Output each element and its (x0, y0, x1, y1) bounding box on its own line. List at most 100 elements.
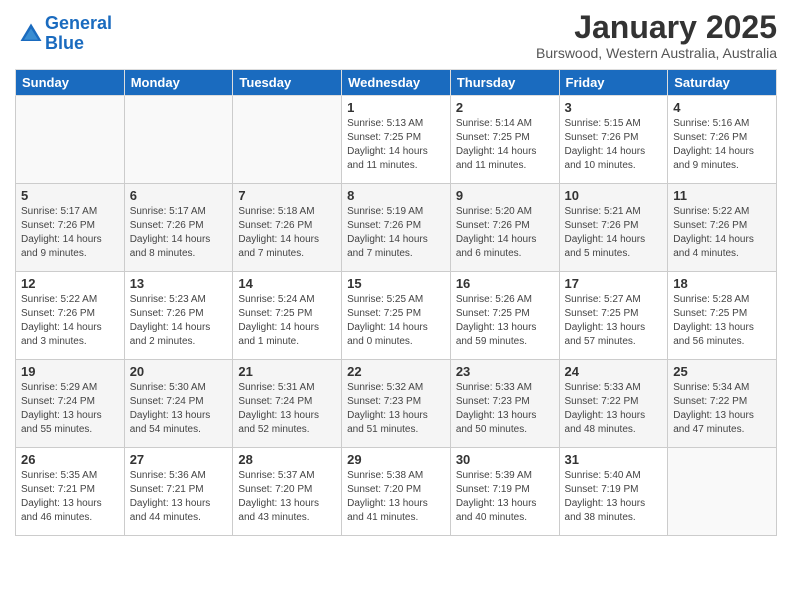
calendar-cell: 2 Sunrise: 5:14 AM Sunset: 7:25 PM Daylig… (450, 96, 559, 184)
calendar-cell (124, 96, 233, 184)
day-info: Sunrise: 5:14 AM Sunset: 7:25 PM Dayligh… (456, 117, 554, 173)
day-info: Sunrise: 5:26 AM Sunset: 7:25 PM Dayligh… (456, 293, 554, 349)
day-info: Sunrise: 5:33 AM Sunset: 7:23 PM Dayligh… (456, 381, 554, 437)
weekday-header: Monday (124, 70, 233, 96)
day-info: Sunrise: 5:27 AM Sunset: 7:25 PM Dayligh… (565, 293, 663, 349)
day-number: 13 (130, 276, 228, 291)
day-number: 2 (456, 100, 554, 115)
day-info: Sunrise: 5:36 AM Sunset: 7:21 PM Dayligh… (130, 469, 228, 525)
calendar-week-row: 1 Sunrise: 5:13 AM Sunset: 7:25 PM Daylig… (16, 96, 777, 184)
day-info: Sunrise: 5:33 AM Sunset: 7:22 PM Dayligh… (565, 381, 663, 437)
calendar-cell: 26 Sunrise: 5:35 AM Sunset: 7:21 PM Dayli… (16, 448, 125, 536)
day-number: 11 (673, 188, 771, 203)
calendar-cell: 18 Sunrise: 5:28 AM Sunset: 7:25 PM Dayli… (668, 272, 777, 360)
calendar-cell: 6 Sunrise: 5:17 AM Sunset: 7:26 PM Daylig… (124, 184, 233, 272)
day-number: 12 (21, 276, 119, 291)
calendar-cell: 10 Sunrise: 5:21 AM Sunset: 7:26 PM Dayli… (559, 184, 668, 272)
day-info: Sunrise: 5:18 AM Sunset: 7:26 PM Dayligh… (238, 205, 336, 261)
day-info: Sunrise: 5:28 AM Sunset: 7:25 PM Dayligh… (673, 293, 771, 349)
day-info: Sunrise: 5:37 AM Sunset: 7:20 PM Dayligh… (238, 469, 336, 525)
day-info: Sunrise: 5:24 AM Sunset: 7:25 PM Dayligh… (238, 293, 336, 349)
day-number: 6 (130, 188, 228, 203)
day-number: 15 (347, 276, 445, 291)
calendar-cell: 5Sunrise: 5:17 AM Sunset: 7:26 PM Daylig… (16, 184, 125, 272)
calendar-cell: 1 Sunrise: 5:13 AM Sunset: 7:25 PM Daylig… (342, 96, 451, 184)
day-info: Sunrise: 5:13 AM Sunset: 7:25 PM Dayligh… (347, 117, 445, 173)
day-number: 18 (673, 276, 771, 291)
day-info: Sunrise: 5:19 AM Sunset: 7:26 PM Dayligh… (347, 205, 445, 261)
day-info: Sunrise: 5:17 AM Sunset: 7:26 PM Dayligh… (130, 205, 228, 261)
day-number: 27 (130, 452, 228, 467)
calendar-cell: 24 Sunrise: 5:33 AM Sunset: 7:22 PM Dayli… (559, 360, 668, 448)
day-number: 19 (21, 364, 119, 379)
day-info: Sunrise: 5:23 AM Sunset: 7:26 PM Dayligh… (130, 293, 228, 349)
day-info: Sunrise: 5:20 AM Sunset: 7:26 PM Dayligh… (456, 205, 554, 261)
weekday-header: Friday (559, 70, 668, 96)
calendar-cell: 30 Sunrise: 5:39 AM Sunset: 7:19 PM Dayli… (450, 448, 559, 536)
calendar-cell: 15Sunrise: 5:25 AM Sunset: 7:25 PM Dayli… (342, 272, 451, 360)
day-number: 31 (565, 452, 663, 467)
logo-text: General Blue (45, 14, 112, 54)
logo: General Blue (15, 14, 112, 54)
day-number: 21 (238, 364, 336, 379)
calendar-cell: 4Sunrise: 5:16 AM Sunset: 7:26 PM Daylig… (668, 96, 777, 184)
title-area: January 2025 Burswood, Western Australia… (536, 10, 777, 61)
day-number: 23 (456, 364, 554, 379)
day-number: 1 (347, 100, 445, 115)
day-number: 17 (565, 276, 663, 291)
calendar-cell: 21 Sunrise: 5:31 AM Sunset: 7:24 PM Dayli… (233, 360, 342, 448)
day-info: Sunrise: 5:32 AM Sunset: 7:23 PM Dayligh… (347, 381, 445, 437)
header: General Blue January 2025 Burswood, West… (15, 10, 777, 61)
calendar-cell: 25 Sunrise: 5:34 AM Sunset: 7:22 PM Dayli… (668, 360, 777, 448)
day-number: 26 (21, 452, 119, 467)
page-container: General Blue January 2025 Burswood, West… (0, 0, 792, 546)
day-info: Sunrise: 5:16 AM Sunset: 7:26 PM Dayligh… (673, 117, 771, 173)
calendar-cell: 28 Sunrise: 5:37 AM Sunset: 7:20 PM Dayli… (233, 448, 342, 536)
day-number: 20 (130, 364, 228, 379)
day-number: 22 (347, 364, 445, 379)
day-number: 24 (565, 364, 663, 379)
day-number: 14 (238, 276, 336, 291)
calendar-cell: 11Sunrise: 5:22 AM Sunset: 7:26 PM Dayli… (668, 184, 777, 272)
day-number: 29 (347, 452, 445, 467)
weekday-header: Thursday (450, 70, 559, 96)
calendar-cell: 14 Sunrise: 5:24 AM Sunset: 7:25 PM Dayli… (233, 272, 342, 360)
calendar-cell: 12 Sunrise: 5:22 AM Sunset: 7:26 PM Dayli… (16, 272, 125, 360)
calendar-week-row: 26 Sunrise: 5:35 AM Sunset: 7:21 PM Dayli… (16, 448, 777, 536)
location: Burswood, Western Australia, Australia (536, 45, 777, 61)
day-number: 28 (238, 452, 336, 467)
calendar-cell: 29 Sunrise: 5:38 AM Sunset: 7:20 PM Dayli… (342, 448, 451, 536)
calendar-cell: 31Sunrise: 5:40 AM Sunset: 7:19 PM Dayli… (559, 448, 668, 536)
calendar-week-row: 19Sunrise: 5:29 AM Sunset: 7:24 PM Dayli… (16, 360, 777, 448)
day-number: 16 (456, 276, 554, 291)
day-info: Sunrise: 5:21 AM Sunset: 7:26 PM Dayligh… (565, 205, 663, 261)
calendar-cell: 13 Sunrise: 5:23 AM Sunset: 7:26 PM Dayli… (124, 272, 233, 360)
calendar-cell: 3 Sunrise: 5:15 AM Sunset: 7:26 PM Daylig… (559, 96, 668, 184)
weekday-header: Saturday (668, 70, 777, 96)
day-info: Sunrise: 5:35 AM Sunset: 7:21 PM Dayligh… (21, 469, 119, 525)
calendar-cell: 23 Sunrise: 5:33 AM Sunset: 7:23 PM Dayli… (450, 360, 559, 448)
calendar-body: 1 Sunrise: 5:13 AM Sunset: 7:25 PM Daylig… (16, 96, 777, 536)
day-info: Sunrise: 5:31 AM Sunset: 7:24 PM Dayligh… (238, 381, 336, 437)
day-number: 10 (565, 188, 663, 203)
day-info: Sunrise: 5:34 AM Sunset: 7:22 PM Dayligh… (673, 381, 771, 437)
day-number: 30 (456, 452, 554, 467)
day-number: 3 (565, 100, 663, 115)
calendar-cell: 16 Sunrise: 5:26 AM Sunset: 7:25 PM Dayli… (450, 272, 559, 360)
calendar-cell (668, 448, 777, 536)
calendar-cell: 17 Sunrise: 5:27 AM Sunset: 7:25 PM Dayli… (559, 272, 668, 360)
day-info: Sunrise: 5:30 AM Sunset: 7:24 PM Dayligh… (130, 381, 228, 437)
day-number: 9 (456, 188, 554, 203)
calendar-cell: 20 Sunrise: 5:30 AM Sunset: 7:24 PM Dayli… (124, 360, 233, 448)
day-number: 25 (673, 364, 771, 379)
day-info: Sunrise: 5:38 AM Sunset: 7:20 PM Dayligh… (347, 469, 445, 525)
weekday-header: Wednesday (342, 70, 451, 96)
day-number: 8 (347, 188, 445, 203)
calendar-cell: 22 Sunrise: 5:32 AM Sunset: 7:23 PM Dayli… (342, 360, 451, 448)
calendar-cell: 7Sunrise: 5:18 AM Sunset: 7:26 PM Daylig… (233, 184, 342, 272)
calendar-cell: 8 Sunrise: 5:19 AM Sunset: 7:26 PM Daylig… (342, 184, 451, 272)
day-info: Sunrise: 5:15 AM Sunset: 7:26 PM Dayligh… (565, 117, 663, 173)
day-info: Sunrise: 5:22 AM Sunset: 7:26 PM Dayligh… (21, 293, 119, 349)
calendar-table: SundayMondayTuesdayWednesdayThursdayFrid… (15, 69, 777, 536)
day-info: Sunrise: 5:39 AM Sunset: 7:19 PM Dayligh… (456, 469, 554, 525)
